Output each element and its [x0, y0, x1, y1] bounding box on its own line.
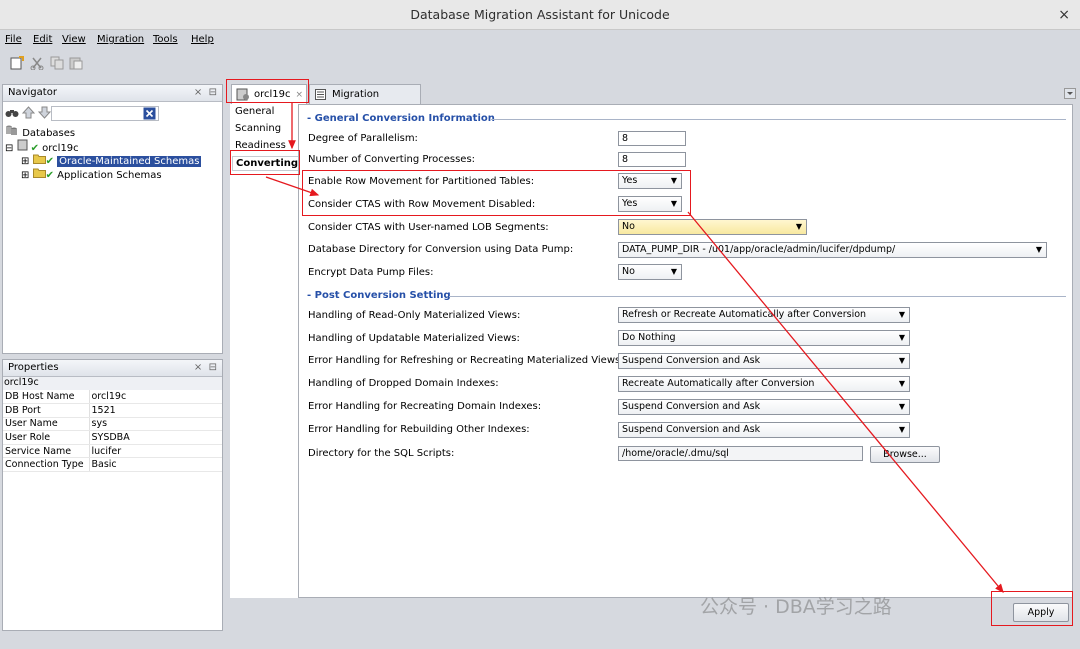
watermark: 公众号 · DBA学习之路	[700, 596, 892, 618]
arrow-2	[265, 176, 320, 197]
arrow-3	[687, 211, 1004, 594]
annotation-arrows	[265, 103, 1004, 594]
